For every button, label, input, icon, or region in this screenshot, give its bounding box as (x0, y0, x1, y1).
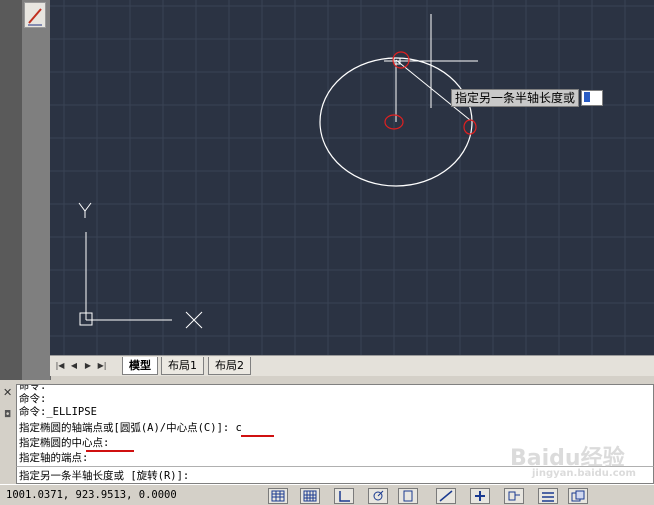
command-prompt-text: 指定另一条半轴长度或 [旋转(R)]: (19, 470, 190, 482)
history-line: 指定轴的端点: (19, 452, 89, 464)
canvas-graphics (50, 0, 654, 355)
pencil-icon (28, 8, 42, 26)
history-line: 命令: (19, 384, 47, 392)
left-toolbar (22, 0, 51, 380)
dyn-icon[interactable] (504, 488, 524, 504)
draw-tool-button[interactable] (24, 2, 46, 28)
polar-icon[interactable] (368, 488, 388, 504)
layout-tabs-bar: |◀ ◀ ▶ ▶| 模型 布局1 布局2 (50, 355, 654, 376)
history-line: 指定椭圆的轴端点或[圆弧(A)/中心点(C)]: c (19, 422, 242, 434)
snap-icon[interactable] (268, 488, 288, 504)
dynamic-input-tooltip[interactable]: 指定另一条半轴长度或 (451, 89, 604, 107)
dynamic-input-field[interactable] (581, 90, 604, 106)
otrack-icon[interactable] (436, 488, 456, 504)
left-edge-panel (0, 0, 22, 380)
baidu-watermark: Baidu经验 jingyan.baidu.com (510, 446, 636, 479)
coordinates-readout: 1001.0371, 923.9513, 0.0000 (6, 489, 177, 501)
lineweight-icon[interactable] (538, 488, 558, 504)
first-tab-icon[interactable]: |◀ (54, 360, 66, 372)
grid-icon[interactable] (300, 488, 320, 504)
history-line: 命令:_ELLIPSE (19, 406, 97, 418)
history-line: 指定椭圆的中心点: (19, 437, 110, 449)
pin-icon[interactable]: ◘ (4, 410, 11, 420)
last-tab-icon[interactable]: ▶| (96, 360, 108, 372)
tab-model[interactable]: 模型 (122, 357, 158, 375)
command-gutter: ✕ ◘ (0, 384, 16, 480)
tab-layout1[interactable]: 布局1 (161, 357, 204, 375)
next-tab-icon[interactable]: ▶ (82, 360, 94, 372)
prev-tab-icon[interactable]: ◀ (68, 360, 80, 372)
highlight-circle-top (392, 51, 410, 69)
ducs-icon[interactable] (470, 488, 490, 504)
dynamic-input-prompt: 指定另一条半轴长度或 (451, 89, 580, 107)
close-icon[interactable]: ✕ (3, 386, 12, 399)
status-bar: 1001.0371, 923.9513, 0.0000 (0, 484, 654, 505)
drawing-canvas[interactable]: 指定另一条半轴长度或 (50, 0, 654, 355)
history-line: 命令: (19, 393, 47, 405)
model-icon[interactable] (568, 488, 588, 504)
tab-layout2[interactable]: 布局2 (208, 357, 251, 375)
osnap-icon[interactable] (398, 488, 418, 504)
ortho-icon[interactable] (334, 488, 354, 504)
highlight-circle-right (463, 119, 477, 135)
grid (50, 0, 654, 355)
